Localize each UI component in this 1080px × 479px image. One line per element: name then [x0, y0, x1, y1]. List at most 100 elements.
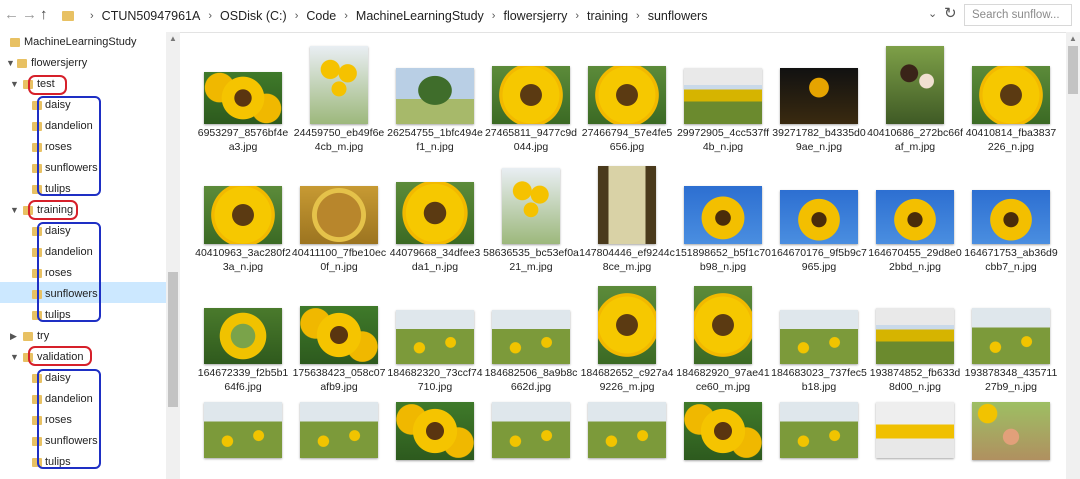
- chevron-right-icon[interactable]: ›: [344, 10, 348, 22]
- file-name: 44079668_34dfee3da1_n.jpg: [389, 247, 481, 273]
- highlight-box-training: [28, 200, 78, 220]
- file-thumbnail: [204, 186, 282, 244]
- file-name: 193874852_fb633d8d00_n.jpg: [869, 367, 961, 393]
- highlight-box-test-classes: [37, 96, 101, 196]
- file-thumbnail: [300, 186, 378, 244]
- file-thumbnail: [876, 190, 954, 244]
- chevron-right-icon[interactable]: ›: [492, 10, 496, 22]
- file-thumbnail: [204, 72, 282, 124]
- file-thumbnail: [492, 402, 570, 458]
- file-thumbnail: [204, 308, 282, 364]
- file-thumbnail: [972, 190, 1050, 244]
- file-name: 193878348_43571127b9_n.jpg: [964, 367, 1058, 393]
- file-name: 147804446_ef9244c8ce_m.jpg: [579, 247, 675, 273]
- arrow-right-icon[interactable]: →: [22, 6, 37, 23]
- file-name: 39271782_b4335d09ae_n.jpg: [772, 127, 866, 153]
- navigation-tree: MachineLearningStudy ▼ flowersjerry ▼ te…: [0, 32, 166, 479]
- file-thumbnail: [972, 402, 1050, 460]
- file-name: 175638423_058c07afb9.jpg: [292, 367, 386, 393]
- file-thumbnail: [684, 186, 762, 244]
- file-name: 27465811_9477c9d044.jpg: [484, 127, 578, 153]
- file-thumbnail: [300, 306, 378, 364]
- file-thumbnail: [684, 402, 762, 460]
- crumb-code[interactable]: Code: [306, 9, 336, 23]
- file-thumbnail: [886, 46, 944, 124]
- chevron-down-icon[interactable]: ▼: [10, 347, 19, 368]
- caret-up-icon[interactable]: ▲: [169, 34, 177, 43]
- folder-icon: [23, 332, 33, 341]
- file-name: 151898652_b5f1c70b98_n.jpg: [675, 247, 771, 273]
- file-thumbnail: [876, 402, 954, 458]
- file-thumbnail: [204, 402, 282, 458]
- highlight-box-validation: [28, 346, 92, 366]
- file-name: 40410814_fba3837226_n.jpg: [965, 127, 1057, 153]
- file-thumbnail: [684, 68, 762, 124]
- file-thumbnail: [502, 168, 560, 244]
- chevron-down-icon[interactable]: ▼: [10, 74, 19, 95]
- file-name: 184682320_73ccf74710.jpg: [387, 367, 483, 393]
- chevron-right-icon[interactable]: ›: [90, 10, 94, 22]
- chevron-right-icon[interactable]: ›: [636, 10, 640, 22]
- crumb-drive[interactable]: OSDisk (C:): [220, 9, 287, 23]
- chevron-right-icon[interactable]: ›: [575, 10, 579, 22]
- refresh-icon[interactable]: ↻: [944, 4, 957, 22]
- file-name: 164670176_9f5b9c7965.jpg: [771, 247, 867, 273]
- file-thumbnail: [396, 68, 474, 124]
- crumb-training[interactable]: training: [587, 9, 628, 23]
- file-thumbnail: [492, 310, 570, 364]
- file-thumbnail: [588, 402, 666, 458]
- file-thumbnail: [876, 308, 954, 364]
- address-bar: ← → ↑ › CTUN50947961A › OSDisk (C:) › Co…: [0, 0, 1080, 33]
- file-name: 184682506_8a9b8c662d.jpg: [484, 367, 578, 393]
- file-name: 40410963_3ac280f23a_n.jpg: [195, 247, 291, 273]
- file-thumbnail: [780, 190, 858, 244]
- chevron-down-icon[interactable]: ▼: [10, 200, 19, 221]
- file-name: 27466794_57e4fe5656.jpg: [581, 127, 673, 153]
- file-name: 40411100_7fbe10ec0f_n.jpg: [291, 247, 387, 273]
- chevron-right-icon[interactable]: ›: [208, 10, 212, 22]
- file-thumbnail: [396, 402, 474, 460]
- caret-up-icon[interactable]: ▲: [1069, 34, 1077, 43]
- tree-scrollbar[interactable]: ▲: [166, 32, 180, 479]
- file-name: 26254755_1bfc494ef1_n.jpg: [387, 127, 483, 153]
- file-grid-scrollbar[interactable]: ▲: [1066, 32, 1080, 479]
- file-thumbnail: [780, 68, 858, 124]
- file-thumbnail: [598, 286, 656, 364]
- file-name: 164671753_ab36d9cbb7_n.jpg: [964, 247, 1058, 273]
- file-thumbnail: [780, 310, 858, 364]
- file-name: 184682920_97ae41ce60_m.jpg: [676, 367, 770, 393]
- file-thumbnail: [310, 46, 368, 124]
- file-name: 184682652_c927a49226_m.jpg: [580, 367, 674, 393]
- crumb-sunflowers[interactable]: sunflowers: [648, 9, 708, 23]
- file-thumbnail: [598, 166, 656, 244]
- chevron-right-icon[interactable]: ▶: [10, 326, 17, 347]
- file-name: 24459750_eb49f6e4cb_m.jpg: [293, 127, 385, 153]
- file-name: 6953297_8576bf4ea3.jpg: [197, 127, 289, 153]
- file-thumbnail: [972, 308, 1050, 364]
- file-thumbnail: [972, 66, 1050, 124]
- chevron-right-icon[interactable]: ›: [295, 10, 299, 22]
- search-input[interactable]: Search sunflow...: [964, 4, 1072, 26]
- tree-item-label: MachineLearningStudy: [24, 36, 137, 48]
- arrow-up-icon[interactable]: ↑: [40, 6, 48, 23]
- file-thumbnail: [694, 286, 752, 364]
- crumb-mlstudy[interactable]: MachineLearningStudy: [356, 9, 484, 23]
- file-thumbnail: [492, 66, 570, 124]
- breadcrumb[interactable]: › CTUN50947961A › OSDisk (C:) › Code › M…: [58, 5, 707, 27]
- file-name: 40410686_272bc66faf_m.jpg: [867, 127, 963, 153]
- file-name: 164670455_29d8e02bbd_n.jpg: [868, 247, 962, 273]
- file-grid-scrollbar-thumb[interactable]: [1068, 46, 1078, 94]
- crumb-flowersjerry[interactable]: flowersjerry: [503, 9, 567, 23]
- crumb-computer[interactable]: CTUN50947961A: [102, 9, 201, 23]
- tree-scrollbar-thumb[interactable]: [168, 272, 178, 407]
- highlight-box-validation-classes: [37, 369, 101, 469]
- arrow-left-icon[interactable]: ←: [4, 6, 19, 23]
- folder-icon: [17, 59, 27, 68]
- file-thumbnail: [588, 66, 666, 124]
- file-name: 58636535_bc53ef0a21_m.jpg: [483, 247, 579, 273]
- chevron-down-icon[interactable]: ▼: [6, 53, 15, 74]
- file-name: 164672339_f2b5b164f6.jpg: [197, 367, 289, 393]
- file-thumbnail: [396, 182, 474, 244]
- tree-item-label: flowersjerry: [31, 57, 88, 69]
- chevron-down-icon[interactable]: ⌄: [928, 7, 937, 20]
